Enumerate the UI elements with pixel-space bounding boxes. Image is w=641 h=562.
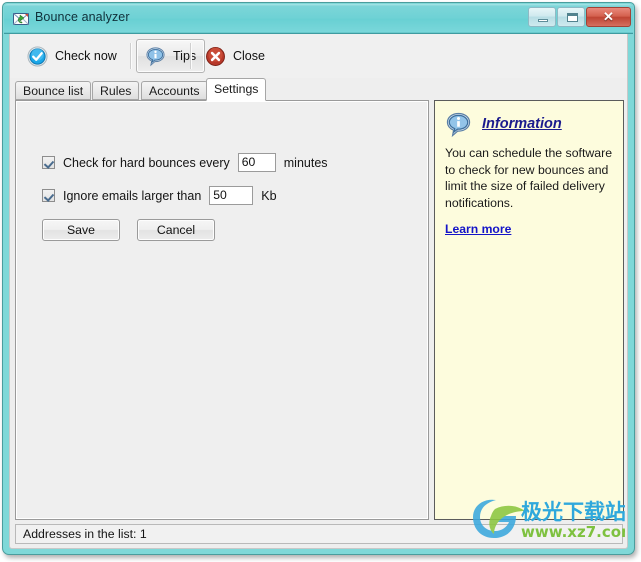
status-bar: Addresses in the list: 1 <box>15 524 623 544</box>
ignore-large-row: Ignore emails larger than 50 Kb <box>42 186 277 205</box>
maximize-icon <box>567 13 578 22</box>
check-bounces-label: Check for hard bounces every <box>63 155 230 170</box>
window-title: Bounce analyzer <box>35 10 130 24</box>
close-window-button[interactable]: ✕ <box>586 7 631 27</box>
information-body: You can schedule the software to check f… <box>445 146 613 210</box>
tab-settings[interactable]: Settings <box>206 78 267 101</box>
minimize-button[interactable] <box>528 7 556 27</box>
check-now-label: Check now <box>55 49 117 63</box>
close-icon: ✕ <box>603 9 614 24</box>
close-circle-icon <box>206 46 225 66</box>
save-button[interactable]: Save <box>42 219 120 241</box>
learn-more-link[interactable]: Learn more <box>445 222 511 236</box>
ignore-size-input[interactable]: 50 <box>209 186 254 205</box>
tab-accounts[interactable]: Accounts <box>141 81 208 100</box>
toolbar-separator-1 <box>130 43 132 69</box>
window-controls: ✕ <box>528 7 631 27</box>
title-bar[interactable]: Bounce analyzer ✕ <box>4 4 633 34</box>
tab-bounce-list[interactable]: Bounce list <box>15 81 92 100</box>
toolbar: Check now Tips Close <box>10 34 627 78</box>
check-now-button[interactable]: Check now <box>18 39 126 73</box>
info-bubble-icon <box>146 46 165 66</box>
check-circle-icon <box>27 45 48 67</box>
close-label: Close <box>233 49 265 63</box>
settings-actions: Save Cancel <box>42 219 215 241</box>
information-header: Information <box>445 109 613 139</box>
tips-button[interactable]: Tips <box>136 39 206 73</box>
ignore-size-unit: Kb <box>261 188 277 203</box>
ignore-large-checkbox[interactable] <box>42 189 55 202</box>
window-frame: Bounce analyzer ✕ Check now Tips Close B… <box>2 2 635 555</box>
minimize-icon <box>538 19 548 22</box>
client-area: Check now Tips Close Bounce list Rules A… <box>9 34 628 549</box>
check-bounces-checkbox[interactable] <box>42 156 55 169</box>
check-bounces-row: Check for hard bounces every 60 minutes <box>42 153 328 172</box>
settings-panel: Check for hard bounces every 60 minutes … <box>15 100 429 520</box>
close-button[interactable]: Close <box>196 39 274 73</box>
maximize-button[interactable] <box>557 7 585 27</box>
information-panel: Information You can schedule the softwar… <box>434 100 624 520</box>
cancel-button[interactable]: Cancel <box>137 219 215 241</box>
ignore-large-label: Ignore emails larger than <box>63 188 202 203</box>
tab-rules[interactable]: Rules <box>92 81 140 100</box>
check-interval-input[interactable]: 60 <box>237 153 276 172</box>
mail-bounce-icon <box>13 13 29 25</box>
tips-label: Tips <box>173 49 197 63</box>
info-bubble-icon <box>446 112 471 137</box>
information-title: Information <box>482 116 562 132</box>
check-interval-unit: minutes <box>283 155 328 170</box>
application-window: Bounce analyzer ✕ Check now Tips Close B… <box>0 0 641 562</box>
toolbar-separator-2 <box>190 43 192 69</box>
